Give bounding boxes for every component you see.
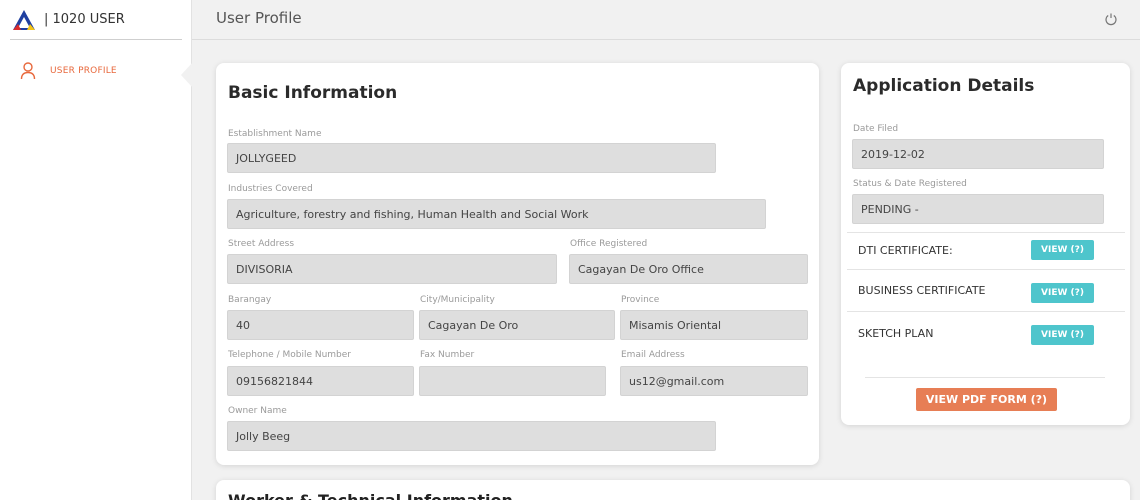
province-field[interactable]: Misamis Oriental: [620, 310, 808, 340]
owner-name-field[interactable]: Jolly Beeg: [227, 421, 716, 451]
header: User Profile: [192, 0, 1140, 40]
date-filed-field[interactable]: 2019-12-02: [852, 139, 1104, 169]
email-field[interactable]: us12@gmail.com: [620, 366, 808, 396]
fax-label: Fax Number: [420, 350, 475, 360]
office-registered-field[interactable]: Cagayan De Oro Office: [569, 254, 808, 284]
view-dti-certificate-button[interactable]: VIEW (?): [1031, 240, 1094, 260]
telephone-label: Telephone / Mobile Number: [228, 350, 351, 360]
establishment-name-label: Establishment Name: [228, 129, 322, 139]
street-address-label: Street Address: [228, 239, 295, 249]
street-address-field[interactable]: DIVISORIA: [227, 254, 557, 284]
business-certificate-label: BUSINESS CERTIFICATE: [858, 284, 986, 297]
view-sketch-plan-button[interactable]: VIEW (?): [1031, 325, 1094, 345]
owner-name-label: Owner Name: [228, 406, 287, 416]
basic-information-card: Basic Information Establishment Name JOL…: [216, 63, 819, 465]
section-title: Worker & Technical Information: [228, 491, 513, 500]
user-icon: [20, 62, 36, 80]
fax-field[interactable]: [419, 366, 606, 396]
industries-field[interactable]: Agriculture, forestry and fishing, Human…: [227, 199, 766, 229]
view-business-certificate-button[interactable]: VIEW (?): [1031, 283, 1094, 303]
dole-logo: [13, 9, 35, 30]
sidebar: | 1020 USER USER PROFILE: [0, 0, 193, 500]
province-label: Province: [621, 295, 660, 305]
section-title: Application Details: [853, 76, 1035, 96]
email-label: Email Address: [621, 350, 685, 360]
divider: [847, 311, 1125, 312]
barangay-label: Barangay: [228, 295, 272, 305]
date-filed-label: Date Filed: [853, 124, 899, 134]
status-label: Status & Date Registered: [853, 179, 967, 189]
industries-label: Industries Covered: [228, 184, 313, 194]
sidebar-item-label: USER PROFILE: [50, 66, 117, 76]
city-label: City/Municipality: [420, 295, 495, 305]
telephone-field[interactable]: 09156821844: [227, 366, 414, 396]
divider: [847, 269, 1125, 270]
active-indicator: [181, 62, 193, 88]
application-details-card: Application Details Date Filed 2019-12-0…: [841, 63, 1130, 425]
brand-label: | 1020 USER: [44, 12, 125, 27]
status-field[interactable]: PENDING -: [852, 194, 1104, 224]
office-registered-label: Office Registered: [570, 239, 648, 249]
worker-technical-card: Worker & Technical Information: [216, 480, 1130, 500]
city-field[interactable]: Cagayan De Oro: [419, 310, 615, 340]
section-title: Basic Information: [228, 83, 398, 103]
sketch-plan-label: SKETCH PLAN: [858, 327, 934, 340]
page-title: User Profile: [216, 9, 302, 27]
sidebar-item-user-profile[interactable]: USER PROFILE: [20, 62, 117, 80]
view-pdf-form-button[interactable]: VIEW PDF FORM (?): [916, 388, 1057, 411]
establishment-name-field[interactable]: JOLLYGEED: [227, 143, 716, 173]
divider: [847, 232, 1125, 233]
dti-certificate-label: DTI CERTIFICATE:: [858, 244, 953, 257]
barangay-field[interactable]: 40: [227, 310, 414, 340]
divider: [865, 377, 1105, 378]
power-icon[interactable]: [1104, 12, 1118, 26]
brand: | 1020 USER: [10, 0, 182, 40]
